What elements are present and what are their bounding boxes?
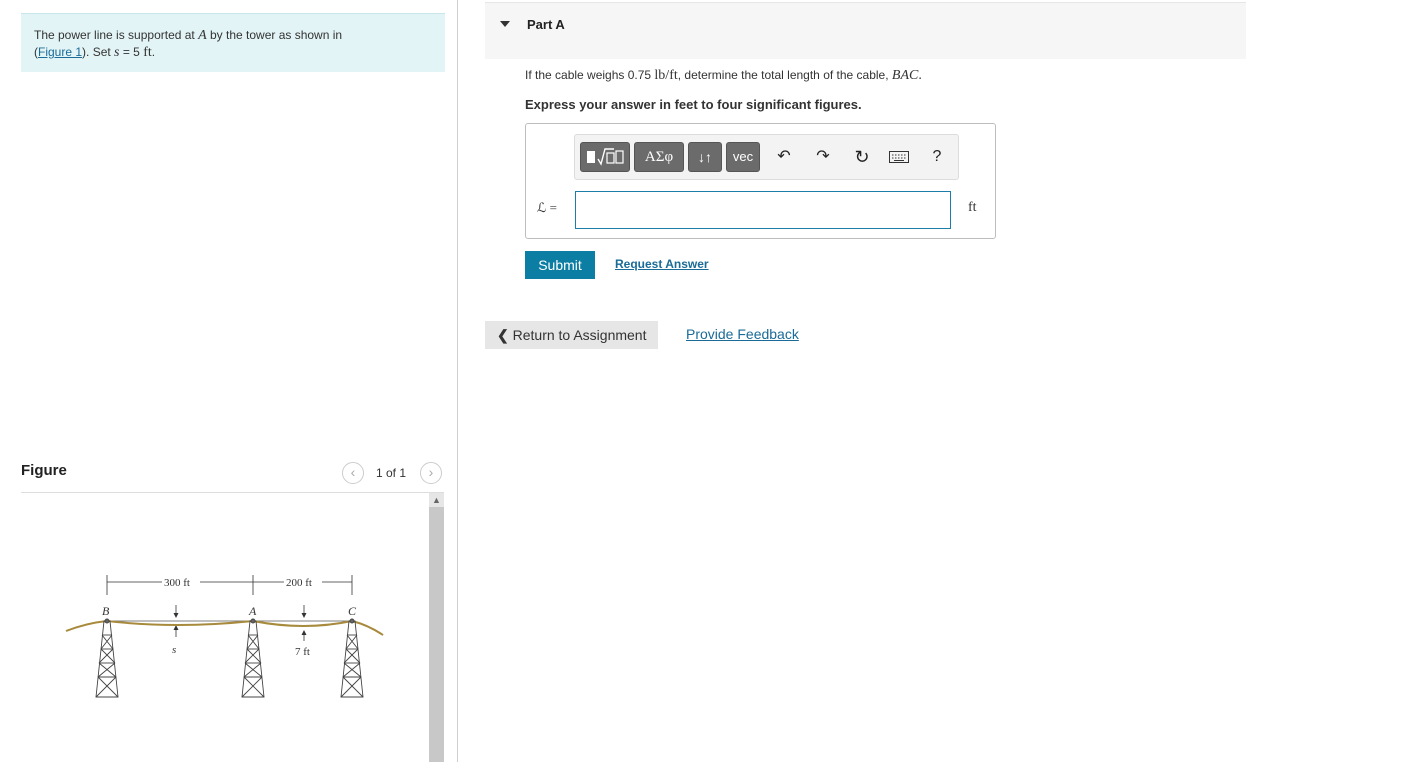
question-text-2: , determine the total length of the cabl… [677, 68, 892, 82]
chevron-left-icon: ❮ [497, 327, 509, 343]
s-label: s [172, 644, 176, 656]
tower-c [340, 618, 364, 698]
tower-b [95, 618, 119, 698]
question-unit: lb/ft [654, 68, 678, 83]
problem-text-1: The power line is supported at [34, 28, 199, 42]
s-arrowhead-down [173, 613, 179, 618]
cable [65, 619, 384, 636]
redo-icon[interactable]: ↷ [811, 145, 835, 169]
point-a-symbol: A [198, 28, 207, 43]
caret-down-icon[interactable] [500, 21, 510, 27]
keyboard-icon[interactable] [887, 145, 911, 169]
figure-link[interactable]: Figure 1 [38, 45, 82, 59]
sag-arrowhead-up [301, 630, 307, 635]
problem-text-2: by the tower as shown in [206, 28, 343, 42]
point-b-label: B [102, 604, 110, 618]
panel-divider [457, 0, 458, 762]
return-label: Return to Assignment [512, 327, 647, 343]
tower-a [241, 618, 265, 698]
help-icon[interactable]: ? [925, 145, 949, 169]
answer-instruction: Express your answer in feet to four sign… [525, 97, 862, 112]
part-a-title: Part A [527, 17, 565, 32]
s-unit: ft [143, 45, 152, 60]
subscript-superscript-button[interactable]: ↓↑ [688, 142, 722, 172]
span-300-label: 300 ft [164, 577, 190, 589]
undo-icon[interactable]: ↶ [772, 145, 796, 169]
figure-divider [21, 492, 444, 493]
figure-counter: 1 of 1 [376, 466, 407, 480]
request-answer-link[interactable]: Request Answer [615, 257, 709, 271]
question-end: . [918, 68, 922, 83]
figure-title: Figure [21, 462, 67, 479]
chevron-left-icon[interactable]: ‹ [342, 462, 364, 484]
submit-button[interactable]: Submit [525, 251, 595, 279]
math-toolbar: ΑΣφ ↓↑ vec ↶ ↷ ↻ ? [574, 134, 959, 180]
return-to-assignment-button[interactable]: ❮ Return to Assignment [485, 321, 658, 349]
point-a-label: A [248, 604, 257, 618]
power-line-figure: 300 ft 200 ft B A C s 7 ft [65, 575, 384, 698]
figure-scrollbar[interactable] [429, 493, 444, 762]
question-text-1: If the cable weighs 0.75 [525, 68, 655, 82]
answer-unit: ft [968, 200, 977, 215]
part-a-header[interactable] [485, 2, 1246, 59]
question-variable: BAC [891, 68, 919, 83]
greek-symbols-button[interactable]: ΑΣφ [634, 142, 684, 172]
scroll-up-icon[interactable]: ▲ [429, 493, 444, 507]
point-c-label: C [348, 604, 357, 618]
answer-variable-label: ℒ = [537, 200, 557, 215]
question-text: If the cable weighs 0.75 lb/ft, determin… [525, 68, 922, 84]
answer-input[interactable] [575, 191, 951, 229]
problem-text-3: ). Set [82, 45, 115, 59]
sag-label: 7 ft [295, 646, 310, 658]
span-200-label: 200 ft [286, 577, 312, 589]
s-value: = 5 [119, 45, 144, 59]
reset-icon[interactable]: ↻ [850, 145, 874, 169]
problem-statement-box: The power line is supported at A by the … [21, 13, 445, 72]
template-sqrt-icon[interactable] [580, 142, 630, 172]
problem-statement-text: The power line is supported at A by the … [34, 27, 414, 61]
sag-arrowhead-down [301, 613, 307, 618]
problem-text-end: . [151, 45, 156, 59]
chevron-right-icon[interactable]: › [420, 462, 442, 484]
vector-button[interactable]: vec [726, 142, 760, 172]
provide-feedback-link[interactable]: Provide Feedback [686, 326, 799, 342]
